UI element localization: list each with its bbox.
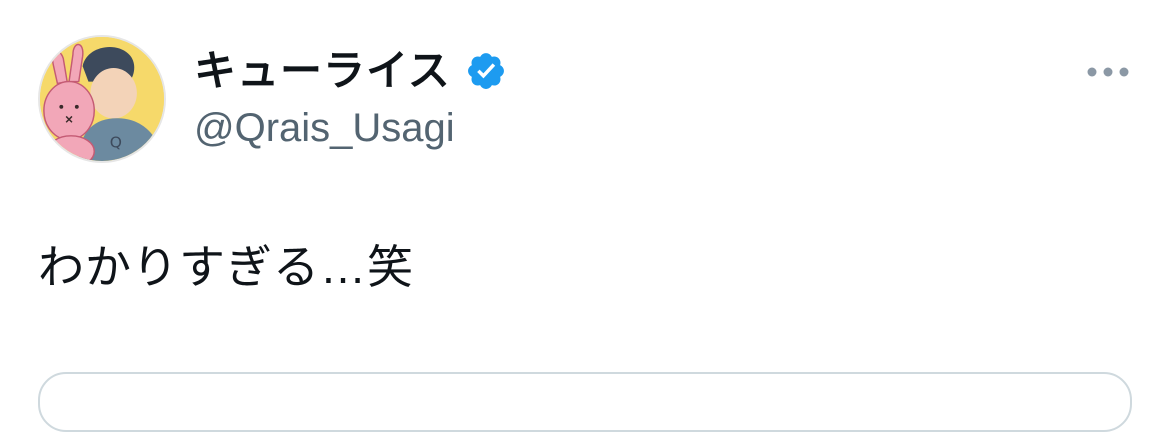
tweet-card[interactable]: Q キューライス @Qrais_Usagi わかりすぎる…笑 — [0, 0, 1170, 432]
author-display-name[interactable]: キューライス — [194, 50, 451, 92]
more-options-button[interactable] — [1080, 55, 1136, 89]
author-handle[interactable]: @Qrais_Usagi — [194, 106, 455, 150]
verified-badge-icon — [465, 50, 507, 92]
more-horizontal-icon — [1087, 67, 1129, 77]
embedded-card[interactable] — [38, 372, 1132, 432]
author-name-row: キューライス — [194, 45, 507, 97]
tweet-text: わかりすぎる…笑 — [38, 241, 414, 293]
avatar-illustration-icon: Q — [40, 37, 164, 161]
author-avatar[interactable]: Q — [38, 35, 166, 163]
svg-text:Q: Q — [110, 133, 122, 151]
